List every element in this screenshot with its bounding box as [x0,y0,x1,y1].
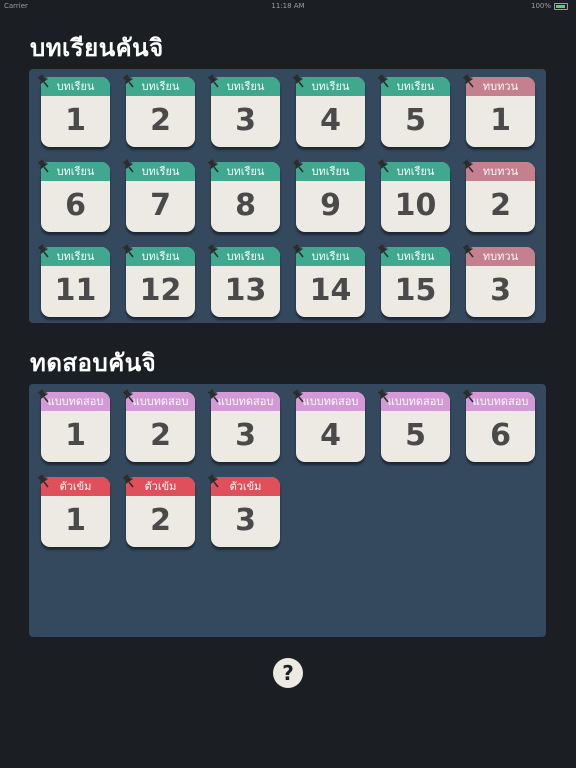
pushpin-icon [122,474,134,488]
lesson-card[interactable]: บทเรียน 1 [37,74,110,147]
test-card[interactable]: ตัวเข้ม 1 [37,474,110,547]
pushpin-icon [37,389,49,403]
card-number: 13 [224,273,267,308]
battery-status: 100% [531,2,568,10]
lesson-card[interactable]: บทเรียน 6 [37,159,110,232]
test-card[interactable]: ตัวเข้ม 2 [122,474,195,547]
pushpin-icon [207,74,219,88]
card-number: 2 [150,103,171,138]
pushpin-icon [377,159,389,173]
pushpin-icon [122,159,134,173]
card-number: 12 [139,273,182,308]
pushpin-icon [377,389,389,403]
pushpin-icon [122,389,134,403]
test-card[interactable]: แบบทดสอบ 2 [122,389,195,462]
lessons-panel: บทเรียน 1 บทเรียน 2 บทเรียน 3 บทเรียน 4 บทเรียน 5… [29,69,546,323]
card-number: 8 [235,188,256,223]
battery-percent: 100% [530,2,551,10]
pushpin-icon [207,474,219,488]
pushpin-icon [462,244,474,258]
card-number: 4 [320,418,341,453]
lesson-card[interactable]: บทเรียน 5 [377,74,450,147]
test-card[interactable]: แบบทดสอบ 3 [207,389,280,462]
pushpin-icon [377,244,389,258]
pushpin-icon [292,389,304,403]
lesson-card[interactable]: บทเรียน 3 [207,74,280,147]
test-card[interactable]: แบบทดสอบ 6 [462,389,535,462]
lesson-card[interactable]: ทบทวน 3 [462,244,535,317]
pushpin-icon [462,74,474,88]
test-card[interactable]: ตัวเข้ม 3 [207,474,280,547]
card-number: 2 [490,188,511,223]
pushpin-icon [207,244,219,258]
pushpin-icon [377,74,389,88]
card-number: 1 [65,103,86,138]
pushpin-icon [292,159,304,173]
lesson-card[interactable]: บทเรียน 13 [207,244,280,317]
card-number: 5 [405,418,426,453]
card-number: 6 [65,188,86,223]
tests-panel: แบบทดสอบ 1 แบบทดสอบ 2 แบบทดสอบ 3 แบบทดสอบ 4 แบบท… [29,384,546,637]
lesson-card[interactable]: บทเรียน 8 [207,159,280,232]
card-number: 14 [309,273,352,308]
card-number: 6 [490,418,511,453]
card-number: 1 [65,418,86,453]
card-number: 3 [235,103,256,138]
lesson-card[interactable]: ทบทวน 1 [462,74,535,147]
clock: 11:18 AM [271,2,305,10]
pushpin-icon [207,389,219,403]
pushpin-icon [122,74,134,88]
pushpin-icon [37,159,49,173]
lesson-card[interactable]: ทบทวน 2 [462,159,535,232]
lesson-card[interactable]: บทเรียน 14 [292,244,365,317]
card-number: 2 [150,418,171,453]
pushpin-icon [37,474,49,488]
pushpin-icon [292,74,304,88]
pushpin-icon [462,389,474,403]
test-card[interactable]: แบบทดสอบ 4 [292,389,365,462]
lesson-card[interactable]: บทเรียน 4 [292,74,365,147]
lesson-card[interactable]: บทเรียน 9 [292,159,365,232]
lesson-card[interactable]: บทเรียน 11 [37,244,110,317]
pushpin-icon [207,159,219,173]
pushpin-icon [37,244,49,258]
card-number: 3 [235,418,256,453]
card-number: 5 [405,103,426,138]
card-number: 3 [490,273,511,308]
card-number: 4 [320,103,341,138]
lesson-card[interactable]: บทเรียน 2 [122,74,195,147]
pushpin-icon [37,74,49,88]
card-number: 9 [320,188,341,223]
pushpin-icon [122,244,134,258]
card-number: 10 [394,188,437,223]
battery-icon [554,2,568,10]
lesson-card[interactable]: บทเรียน 15 [377,244,450,317]
lesson-card[interactable]: บทเรียน 10 [377,159,450,232]
lesson-card[interactable]: บทเรียน 7 [122,159,195,232]
status-bar: Carrier 11:18 AM 100% [0,0,576,12]
card-number: 7 [150,188,171,223]
card-number: 15 [394,273,437,308]
card-number: 3 [235,503,256,538]
card-number: 2 [150,503,171,538]
card-number: 11 [54,273,97,308]
test-card[interactable]: แบบทดสอบ 1 [37,389,110,462]
tests-section-title: ทดสอบคันจิ [30,349,157,377]
pushpin-icon [462,159,474,173]
lesson-card[interactable]: บทเรียน 12 [122,244,195,317]
pushpin-icon [292,244,304,258]
help-button[interactable]: ? [273,658,303,688]
card-number: 1 [490,103,511,138]
lessons-section-title: บทเรียนคันจิ [30,34,164,62]
card-number: 1 [65,503,86,538]
test-card[interactable]: แบบทดสอบ 5 [377,389,450,462]
question-mark-icon: ? [282,661,294,685]
